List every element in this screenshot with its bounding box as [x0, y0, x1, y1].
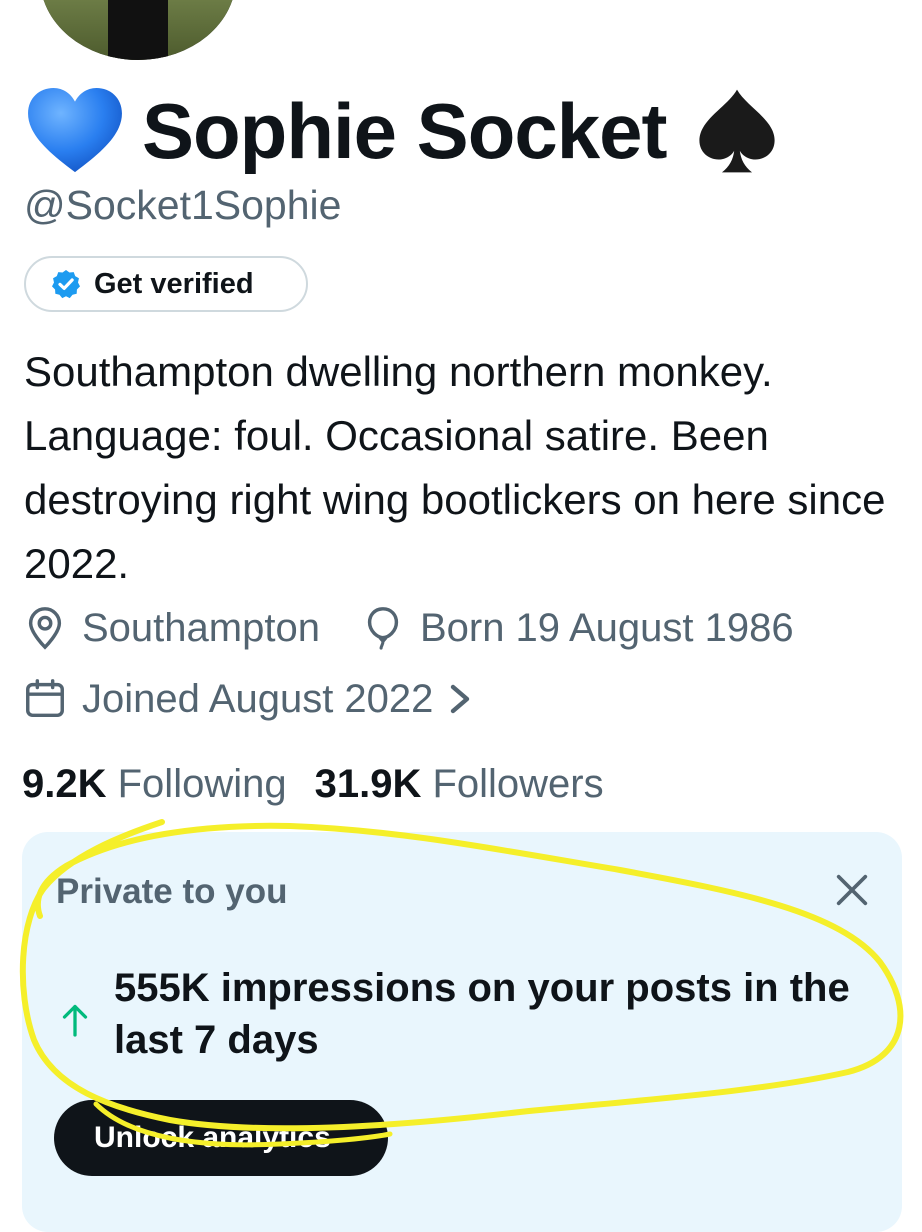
get-verified-button[interactable]: Get verified: [24, 256, 308, 312]
get-verified-label: Get verified: [94, 267, 254, 300]
joined-text: Joined August 2022: [82, 676, 434, 721]
calendar-icon: [26, 679, 64, 718]
location-text: Southampton: [82, 605, 320, 650]
profile-meta-row: Southampton Born 19 August 1986: [22, 605, 834, 651]
chevron-right-icon: [451, 684, 470, 714]
following-label: Following: [117, 762, 287, 806]
followers-label: Followers: [432, 762, 604, 806]
close-icon[interactable]: [832, 870, 872, 910]
arrow-up-icon: [62, 1004, 88, 1037]
following-link[interactable]: 9.2K Following: [22, 762, 287, 807]
location-pin-icon: [28, 607, 62, 650]
profile-name-row: Sophie Socket: [26, 84, 784, 178]
followers-link[interactable]: 31.9K Followers: [315, 762, 604, 807]
birthday-item: Born 19 August 1986: [360, 605, 794, 651]
profile-bio: Southampton dwelling northern monkey. La…: [24, 348, 886, 587]
follow-stats: 9.2K Following 31.9K Followers: [22, 762, 604, 807]
location-item: Southampton: [22, 605, 320, 651]
following-count: 9.2K: [22, 762, 107, 806]
avatar-figure: [108, 0, 168, 60]
impressions-message: 555K impressions on your posts in the la…: [114, 966, 850, 1062]
profile-handle: @Socket1Sophie: [24, 182, 342, 228]
blue-heart-icon: [28, 87, 122, 173]
display-name: Sophie Socket: [142, 87, 667, 175]
avatar[interactable]: [36, 0, 240, 64]
unlock-analytics-button[interactable]: Unlock analytics: [54, 1100, 388, 1176]
followers-count: 31.9K: [314, 762, 422, 806]
private-label: Private to you: [56, 872, 288, 911]
birthday-text: Born 19 August 1986: [419, 605, 794, 650]
verified-badge-icon: [52, 270, 80, 299]
spade-icon: [699, 89, 776, 173]
balloon-icon: [367, 607, 399, 650]
private-analytics-card: Private to you 555K impressions on your …: [22, 832, 902, 1232]
joined-row[interactable]: Joined August 2022: [22, 676, 473, 722]
